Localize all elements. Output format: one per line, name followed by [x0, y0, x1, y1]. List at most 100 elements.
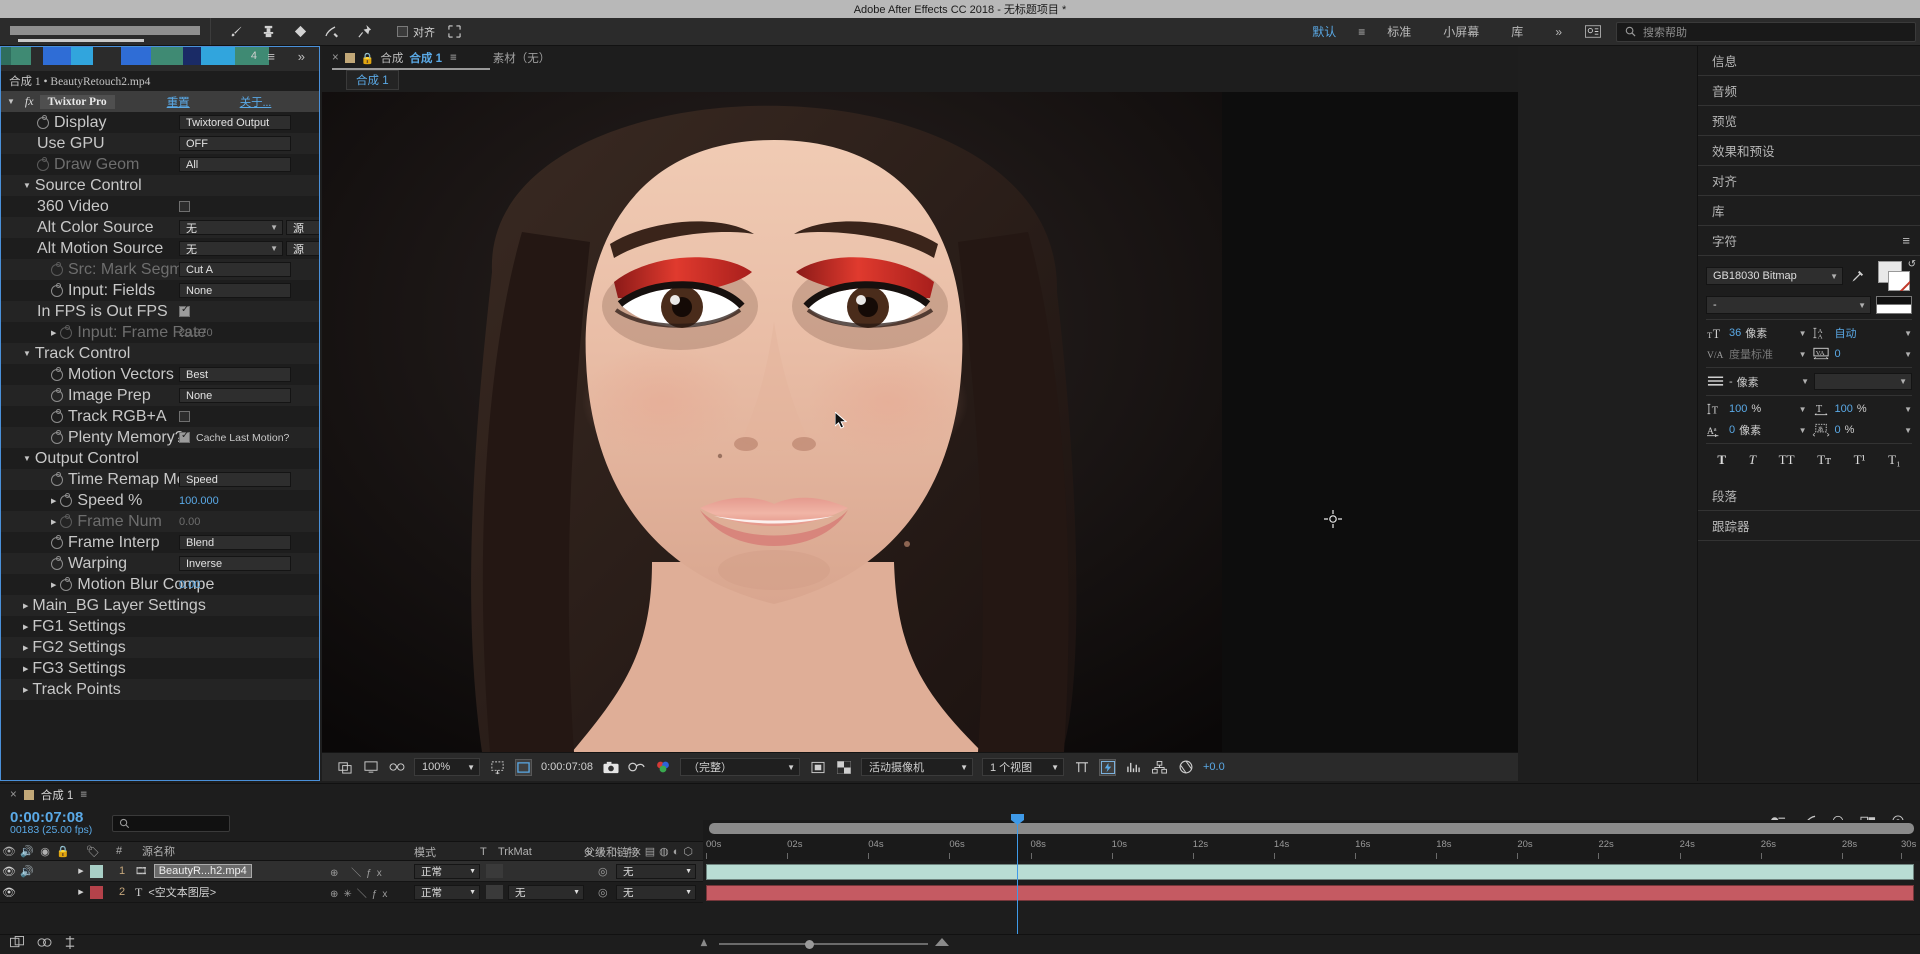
workspace-default[interactable]: 默认	[1296, 18, 1352, 45]
help-search-input[interactable]: 搜索帮助	[1616, 21, 1916, 42]
subscript-button[interactable]: T₁	[1888, 452, 1900, 468]
layer-disclosure-icon[interactable]: ▶	[72, 888, 90, 896]
zoom-in-icon[interactable]	[934, 935, 950, 953]
layer-video-toggle[interactable]: 👁	[0, 886, 18, 899]
effect-property-row[interactable]: Time Remap Mode Speed	[1, 469, 319, 490]
close-tab-icon[interactable]: ×	[332, 52, 339, 64]
layer-source-name[interactable]: <空文本图层>	[148, 884, 216, 900]
layer-source-name[interactable]: BeautyR...h2.mp4	[153, 864, 252, 878]
timecode-display[interactable]: 0:00:07:08 00183 (25.00 fps)	[10, 810, 92, 837]
font-family-select[interactable]: GB18030 Bitmap ▼	[1706, 267, 1843, 285]
layer-blend-mode[interactable]: 正常 ▼	[414, 863, 480, 879]
layer-blend-mode[interactable]: 正常 ▼	[414, 884, 480, 900]
timeline-layer-row[interactable]: 👁 🔊 ▶ 1 🎞 BeautyR...h2.mp4 ⊕ ＼ƒx 正常 ▼ ◎ 无 ▼	[0, 861, 703, 882]
pixel-aspect-icon[interactable]	[1073, 759, 1090, 776]
bw-swatch[interactable]	[1876, 296, 1912, 314]
region-of-interest-icon[interactable]	[515, 758, 532, 776]
dock-panel-音频[interactable]: 音频	[1698, 76, 1920, 106]
effect-header-row[interactable]: ▼ fx Twixtor Pro 重置 关于...	[1, 91, 319, 112]
effect-property-row[interactable]: Warping Inverse	[1, 553, 319, 574]
chevron-down-icon[interactable]: ▼	[1904, 329, 1912, 338]
align-snap-toggle[interactable]: 对齐	[397, 24, 435, 40]
timeline-zoom-slider[interactable]	[700, 936, 950, 952]
chevron-down-icon[interactable]: ▼	[1799, 405, 1807, 414]
layer-label-color[interactable]	[90, 885, 103, 899]
breadcrumb-item[interactable]: 合成 1	[346, 70, 399, 90]
roto-brush-tool-icon[interactable]	[323, 23, 341, 41]
effect-property-row[interactable]: Plenty Memory?Cache Last Motion?	[1, 427, 319, 448]
comp-tab-name[interactable]: 合成 1	[409, 50, 442, 66]
roi-grid-icon[interactable]	[489, 759, 506, 776]
layer-parent[interactable]: 无 ▼	[616, 884, 696, 900]
chevron-down-icon[interactable]: ▼	[1801, 377, 1809, 386]
dock-panel-信息[interactable]: 信息	[1698, 46, 1920, 76]
close-tab-icon[interactable]: ×	[10, 789, 17, 801]
dock-panel-对齐[interactable]: 对齐	[1698, 166, 1920, 196]
font-size-field[interactable]: TT 36 像素 ▼	[1706, 325, 1807, 341]
effect-property-row[interactable]: ▶ Speed % 100.000	[1, 490, 319, 511]
superscript-button[interactable]: T¹	[1854, 452, 1866, 468]
paragraph-panel-header[interactable]: 段落	[1698, 481, 1920, 511]
effect-property-row[interactable]: ▶ FG3 Settings	[1, 658, 319, 679]
chevron-down-icon[interactable]: ▼	[1799, 329, 1807, 338]
timeline-track-area[interactable]	[703, 861, 1920, 921]
layer-switches[interactable]: ⊕✳＼ƒx	[330, 885, 392, 900]
panel-expand-icon[interactable]: »	[298, 49, 305, 64]
lock-icon[interactable]: 🔒	[361, 52, 375, 65]
effect-property-row[interactable]: ▶ FG1 Settings	[1, 616, 319, 637]
layer-audio-toggle[interactable]: 🔊	[18, 865, 36, 878]
layer-disclosure-icon[interactable]: ▶	[72, 867, 90, 875]
effect-property-row[interactable]: ▶ Track Points	[1, 679, 319, 700]
zoom-select[interactable]: 100% ▼	[414, 758, 480, 776]
snap-checkbox[interactable]	[397, 26, 408, 37]
effect-property-row[interactable]: Alt Motion Source 无 ▼ 源	[1, 238, 319, 259]
layer-label-color[interactable]	[90, 864, 103, 878]
character-panel-menu-icon[interactable]: ≡	[1902, 233, 1910, 248]
show-snapshot-icon[interactable]	[628, 759, 645, 776]
channels-icon[interactable]	[654, 759, 671, 776]
chevron-down-icon[interactable]: ▼	[1799, 350, 1807, 359]
layer-video-toggle[interactable]: 👁	[0, 865, 18, 878]
pin-tool-icon[interactable]	[355, 23, 373, 41]
workspace-small-screen[interactable]: 小屏幕	[1427, 18, 1495, 45]
views-select[interactable]: 1 个视图 ▼	[982, 758, 1064, 776]
workspace-menu-icon[interactable]: ≡	[1352, 18, 1371, 45]
workspace-standard[interactable]: 标准	[1371, 18, 1427, 45]
effect-property-row[interactable]: Src: Mark Segments Cut A	[1, 259, 319, 280]
dock-panel-库[interactable]: 库	[1698, 196, 1920, 226]
resolution-select[interactable]: （完整） ▼	[680, 758, 800, 776]
parent-pickwhip-icon[interactable]: ◎	[598, 865, 608, 878]
effect-reset-link[interactable]: 重置	[167, 94, 190, 110]
all-caps-button[interactable]: TT	[1779, 452, 1795, 468]
composition-canvas[interactable]: D&B Curves SetupDodgeBurnVisual AidD&B M…	[322, 92, 1518, 752]
baseline-shift-field[interactable]: Aa 0 像素 ▼	[1706, 422, 1807, 438]
timeline-tab-name[interactable]: 合成 1	[41, 787, 74, 803]
effect-property-row[interactable]: ▶ Frame Num 0.00	[1, 511, 319, 532]
layer-track-matte-toggle[interactable]	[486, 864, 503, 878]
layer-parent[interactable]: 无 ▼	[616, 863, 696, 879]
kerning-field[interactable]: V/A 度量标准 ▼	[1706, 346, 1807, 362]
monitor-icon[interactable]	[362, 759, 379, 776]
small-caps-button[interactable]: Tт	[1817, 452, 1831, 468]
horizontal-scale-field[interactable]: T 100 % ▼	[1812, 401, 1912, 417]
font-style-select[interactable]: - ▼	[1706, 296, 1871, 314]
dock-panel-预览[interactable]: 预览	[1698, 106, 1920, 136]
tsume-field[interactable]: あ 0 % ▼	[1812, 422, 1912, 438]
dock-panel-效果和预设[interactable]: 效果和预设	[1698, 136, 1920, 166]
effect-property-row[interactable]: Draw Geom All	[1, 154, 319, 175]
effect-name[interactable]: Twixtor Pro	[39, 94, 115, 109]
stroke-width-field[interactable]: - 像素 ▼	[1706, 374, 1809, 390]
chevron-down-icon[interactable]: ▼	[1799, 426, 1807, 435]
italic-button[interactable]: T	[1749, 452, 1756, 468]
clone-stamp-tool-icon[interactable]	[259, 23, 277, 41]
effect-property-row[interactable]: Track RGB+A	[1, 406, 319, 427]
parent-pickwhip-icon[interactable]: ◎	[598, 886, 608, 899]
effect-about-link[interactable]: 关于...	[240, 94, 272, 110]
effect-property-row[interactable]: ▼ Source Control	[1, 175, 319, 196]
effect-property-row[interactable]: In FPS is Out FPS	[1, 301, 319, 322]
timeline-layer-row[interactable]: 👁 ▶ 2 T <空文本图层> ⊕✳＼ƒx 正常 ▼ 无 ▼ ◎ 无 ▼	[0, 882, 703, 903]
effect-property-row[interactable]: Use GPU OFF	[1, 133, 319, 154]
bold-button[interactable]: T	[1717, 452, 1726, 468]
layer-switches[interactable]: ⊕ ＼ƒx	[330, 864, 387, 879]
zoom-out-icon[interactable]	[700, 935, 713, 953]
